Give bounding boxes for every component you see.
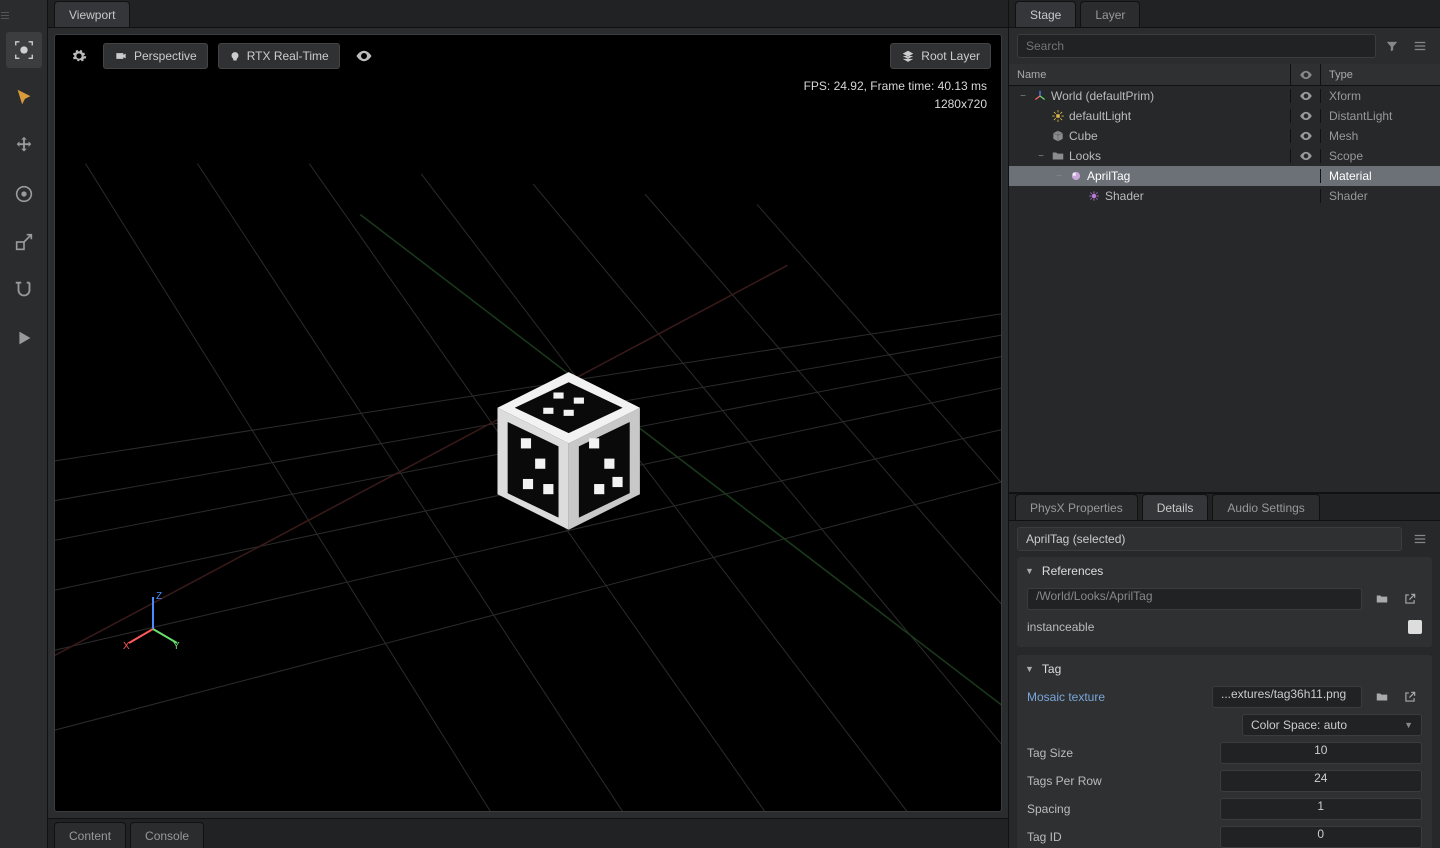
filter-icon[interactable] xyxy=(1380,34,1404,58)
colorspace-dropdown[interactable]: Color Space: auto▼ xyxy=(1242,714,1422,736)
tab-viewport[interactable]: Viewport xyxy=(54,1,130,27)
tab-console[interactable]: Console xyxy=(130,822,204,848)
camera-dropdown[interactable]: Perspective xyxy=(103,43,208,69)
axis-gizmo[interactable]: Z X Y xyxy=(123,591,183,651)
tree-label: Shader xyxy=(1105,189,1144,203)
visibility-toggle[interactable] xyxy=(350,43,378,69)
cube-geometry xyxy=(497,372,639,530)
stage-menu-icon[interactable] xyxy=(1408,34,1432,58)
tag-id-input[interactable]: 0 xyxy=(1220,826,1423,848)
tool-snap[interactable] xyxy=(6,272,42,308)
tree-type: Scope xyxy=(1320,149,1440,163)
tree-header-name: Name xyxy=(1009,64,1290,85)
left-toolbar xyxy=(0,0,48,848)
visibility-icon[interactable] xyxy=(1290,129,1320,143)
viewport[interactable]: Z X Y Perspective RTX Real-Time xyxy=(54,34,1002,812)
tree-type: DistantLight xyxy=(1320,109,1440,123)
tree-type: Shader xyxy=(1320,189,1440,203)
tab-audio[interactable]: Audio Settings xyxy=(1212,494,1319,520)
tag-size-label: Tag Size xyxy=(1027,746,1212,760)
tree-row-shader[interactable]: Shader Shader xyxy=(1009,186,1440,206)
tab-physx[interactable]: PhysX Properties xyxy=(1015,494,1138,520)
tree-type: Material xyxy=(1320,169,1440,183)
open-external-icon[interactable] xyxy=(1398,587,1422,611)
visibility-icon[interactable] xyxy=(1290,149,1320,163)
tag-size-input[interactable]: 10 xyxy=(1220,742,1423,764)
expander-icon[interactable]: − xyxy=(1035,151,1047,162)
tag-header[interactable]: ▼Tag xyxy=(1017,655,1432,683)
shader-icon xyxy=(1087,189,1101,203)
viewport-tab-bar: Viewport xyxy=(48,0,1008,28)
tab-content[interactable]: Content xyxy=(54,822,126,848)
tree-label: World (defaultPrim) xyxy=(1051,89,1154,103)
viewport-stats: FPS: 24.92, Frame time: 40.13 ms 1280x72… xyxy=(804,77,987,113)
tool-select-framed[interactable] xyxy=(6,32,42,68)
tree-row-apriltag[interactable]: − AprilTag Material xyxy=(1009,166,1440,186)
folder-icon xyxy=(1051,149,1065,163)
tab-details[interactable]: Details xyxy=(1142,494,1209,520)
cube-icon xyxy=(1051,129,1065,143)
svg-text:Y: Y xyxy=(173,641,180,651)
instanceable-label: instanceable xyxy=(1027,620,1400,634)
references-header[interactable]: ▼References xyxy=(1017,557,1432,585)
tool-pointer[interactable] xyxy=(6,80,42,116)
tag-section: ▼Tag Mosaic texture ...extures/tag36h11.… xyxy=(1017,655,1432,848)
details-menu-icon[interactable] xyxy=(1408,527,1432,551)
visibility-icon[interactable] xyxy=(1290,109,1320,123)
references-section: ▼References /World/Looks/AprilTag instan… xyxy=(1017,557,1432,647)
stage-tree[interactable]: − World (defaultPrim) Xform defaultLight Dis… xyxy=(1009,86,1440,492)
tree-row-looks[interactable]: − Looks Scope xyxy=(1009,146,1440,166)
folder-icon[interactable] xyxy=(1370,587,1394,611)
root-layer-chip[interactable]: Root Layer xyxy=(890,43,991,69)
tree-label: AprilTag xyxy=(1087,169,1130,183)
tab-layer[interactable]: Layer xyxy=(1080,1,1140,27)
bottom-tab-bar: Content Console xyxy=(48,818,1008,848)
tags-per-row-input[interactable]: 24 xyxy=(1220,770,1423,792)
tags-per-row-label: Tags Per Row xyxy=(1027,774,1212,788)
spacing-input[interactable]: 1 xyxy=(1220,798,1423,820)
visibility-icon[interactable] xyxy=(1290,89,1320,103)
tree-header-visibility-icon xyxy=(1290,64,1320,85)
tag-id-label: Tag ID xyxy=(1027,830,1212,844)
mosaic-value[interactable]: ...extures/tag36h11.png xyxy=(1212,686,1362,708)
tool-play[interactable] xyxy=(6,320,42,356)
tree-type: Xform xyxy=(1320,89,1440,103)
reference-path: /World/Looks/AprilTag xyxy=(1027,588,1362,610)
svg-text:Z: Z xyxy=(156,591,162,602)
tool-move[interactable] xyxy=(6,128,42,164)
tree-label: Looks xyxy=(1069,149,1101,163)
viewport-scene xyxy=(55,35,1001,811)
open-external-icon[interactable] xyxy=(1398,685,1422,709)
axes-icon xyxy=(1033,89,1047,103)
selection-field: AprilTag (selected) xyxy=(1017,527,1402,551)
tree-row-defaultlight[interactable]: defaultLight DistantLight xyxy=(1009,106,1440,126)
tree-label: defaultLight xyxy=(1069,109,1131,123)
tree-row-cube[interactable]: Cube Mesh xyxy=(1009,126,1440,146)
folder-icon[interactable] xyxy=(1370,685,1394,709)
tree-label: Cube xyxy=(1069,129,1098,143)
svg-text:X: X xyxy=(123,641,130,651)
instanceable-checkbox[interactable] xyxy=(1408,620,1422,634)
stage-search-input[interactable] xyxy=(1017,34,1376,58)
drag-handle-icon[interactable] xyxy=(0,0,10,30)
tool-rotate[interactable] xyxy=(6,176,42,212)
tab-stage[interactable]: Stage xyxy=(1015,1,1076,27)
expander-icon[interactable]: − xyxy=(1017,91,1029,102)
spacing-label: Spacing xyxy=(1027,802,1212,816)
tree-type: Mesh xyxy=(1320,129,1440,143)
material-icon xyxy=(1069,169,1083,183)
tree-header-type: Type xyxy=(1320,64,1440,85)
expander-icon[interactable]: − xyxy=(1053,171,1065,182)
viewport-settings-button[interactable] xyxy=(65,43,93,69)
mosaic-label[interactable]: Mosaic texture xyxy=(1027,690,1204,704)
render-mode-dropdown[interactable]: RTX Real-Time xyxy=(218,43,340,69)
tool-scale[interactable] xyxy=(6,224,42,260)
light-icon xyxy=(1051,109,1065,123)
tree-row-world-defaultprim-[interactable]: − World (defaultPrim) Xform xyxy=(1009,86,1440,106)
